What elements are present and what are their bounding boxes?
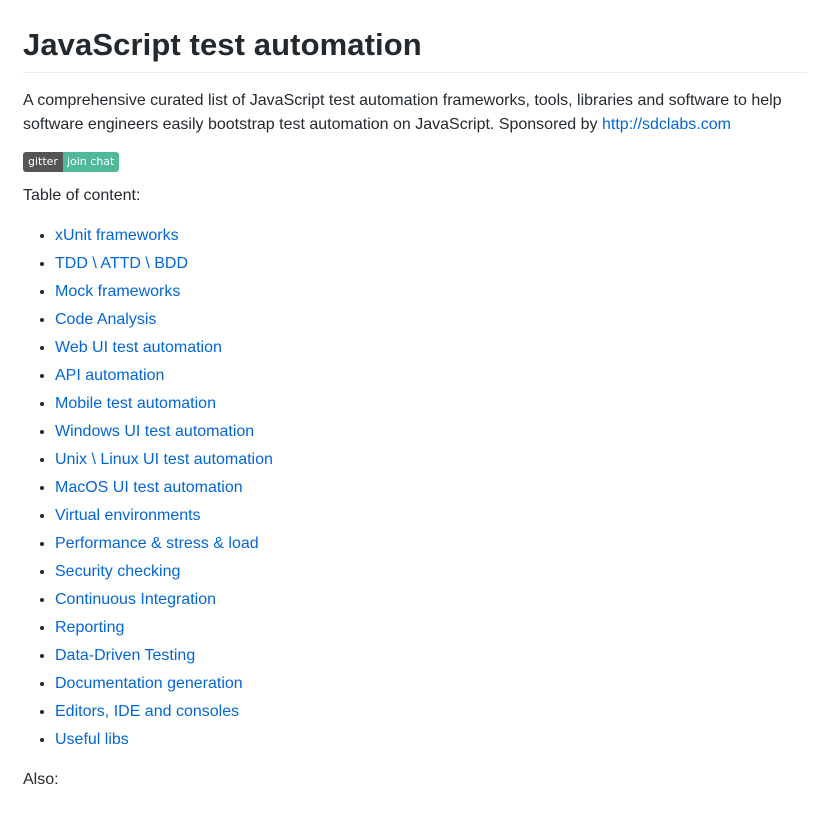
toc-item-macos-ui-test-automation: MacOS UI test automation [55, 476, 807, 504]
toc-item-tdd-attd-bdd: TDD \ ATTD \ BDD [55, 252, 807, 280]
toc-item-continuous-integration: Continuous Integration [55, 588, 807, 616]
sponsor-link[interactable]: http://sdclabs.com [602, 116, 731, 133]
toc-item-xunit-frameworks: xUnit frameworks [55, 224, 807, 252]
toc-item-security-checking: Security checking [55, 560, 807, 588]
intro-paragraph: A comprehensive curated list of JavaScri… [23, 89, 803, 137]
toc-link-code-analysis[interactable]: Code Analysis [55, 311, 156, 328]
toc-item-windows-ui-test-automation: Windows UI test automation [55, 420, 807, 448]
toc-link-mock-frameworks[interactable]: Mock frameworks [55, 283, 180, 300]
toc-item-data-driven-testing: Data-Driven Testing [55, 644, 807, 672]
toc-link-performance-stress-load[interactable]: Performance & stress & load [55, 535, 259, 552]
toc-item-web-ui-test-automation: Web UI test automation [55, 336, 807, 364]
toc-item-editors-ide-consoles: Editors, IDE and consoles [55, 700, 807, 728]
toc-item-mock-frameworks: Mock frameworks [55, 280, 807, 308]
table-of-contents: xUnit frameworks TDD \ ATTD \ BDD Mock f… [23, 224, 807, 756]
toc-link-mobile-test-automation[interactable]: Mobile test automation [55, 395, 216, 412]
toc-link-reporting[interactable]: Reporting [55, 619, 124, 636]
toc-link-security-checking[interactable]: Security checking [55, 563, 180, 580]
toc-link-macos-ui-test-automation[interactable]: MacOS UI test automation [55, 479, 243, 496]
toc-link-web-ui-test-automation[interactable]: Web UI test automation [55, 339, 222, 356]
gitter-badge-value: join chat [62, 152, 120, 172]
toc-link-editors-ide-consoles[interactable]: Editors, IDE and consoles [55, 703, 239, 720]
page-title: JavaScript test automation [23, 0, 807, 73]
toc-link-xunit-frameworks[interactable]: xUnit frameworks [55, 227, 179, 244]
toc-link-api-automation[interactable]: API automation [55, 367, 164, 384]
toc-item-mobile-test-automation: Mobile test automation [55, 392, 807, 420]
toc-label: Table of content: [23, 187, 141, 204]
gitter-badge[interactable]: gitter join chat [23, 152, 120, 172]
toc-item-unix-linux-ui-test-automation: Unix \ Linux UI test automation [55, 448, 807, 476]
toc-item-code-analysis: Code Analysis [55, 308, 807, 336]
toc-item-virtual-environments: Virtual environments [55, 504, 807, 532]
toc-item-performance-stress-load: Performance & stress & load [55, 532, 807, 560]
toc-link-unix-linux-ui-test-automation[interactable]: Unix \ Linux UI test automation [55, 451, 273, 468]
toc-item-documentation-generation: Documentation generation [55, 672, 807, 700]
toc-link-useful-libs[interactable]: Useful libs [55, 731, 129, 748]
readme-content: JavaScript test automation A comprehensi… [0, 0, 817, 792]
gitter-badge-label: gitter [23, 152, 63, 172]
toc-link-data-driven-testing[interactable]: Data-Driven Testing [55, 647, 195, 664]
toc-link-windows-ui-test-automation[interactable]: Windows UI test automation [55, 423, 254, 440]
toc-item-reporting: Reporting [55, 616, 807, 644]
toc-link-virtual-environments[interactable]: Virtual environments [55, 507, 201, 524]
toc-item-useful-libs: Useful libs [55, 728, 807, 756]
also-label: Also: [23, 771, 59, 788]
toc-link-documentation-generation[interactable]: Documentation generation [55, 675, 243, 692]
toc-link-tdd-attd-bdd[interactable]: TDD \ ATTD \ BDD [55, 255, 188, 272]
toc-item-api-automation: API automation [55, 364, 807, 392]
toc-link-continuous-integration[interactable]: Continuous Integration [55, 591, 216, 608]
